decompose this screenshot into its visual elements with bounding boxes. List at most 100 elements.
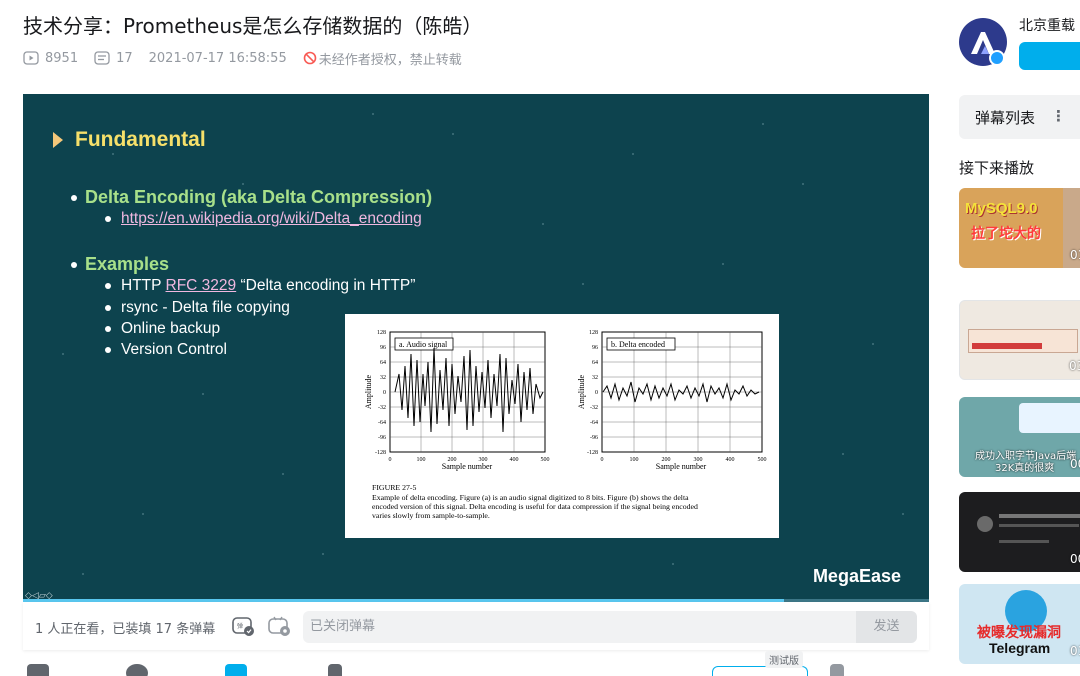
svg-text:400: 400 <box>510 457 519 463</box>
svg-text:-32: -32 <box>378 405 386 411</box>
danmaku-list-label: 弹幕列表 <box>975 109 1036 127</box>
up-next-heading: 接下来播放 <box>959 159 1035 177</box>
svg-text:-64: -64 <box>378 420 386 426</box>
svg-text:-96: -96 <box>378 435 386 441</box>
thumb-chat-line <box>999 524 1079 527</box>
panel-audio-signal: a. Audio signal Amplitude Sample number … <box>364 330 550 471</box>
recommended-video-thumb[interactable]: 成功入职字节Java后端 32K真的很爽 00:2 <box>959 397 1080 477</box>
beta-badge: 测试版 <box>765 651 803 668</box>
bullet-examples: Examples <box>71 254 169 275</box>
views-count: 8951 <box>45 50 79 66</box>
thumb-disk-image <box>968 329 1078 353</box>
no-repost-icon <box>303 51 317 65</box>
recommended-video-thumb[interactable]: 00:5 <box>959 492 1080 572</box>
coin-icon[interactable] <box>126 664 148 676</box>
uploader-name[interactable]: 北京重载 <box>1019 15 1075 35</box>
panel-b-yticks: 128 96 64 32 0 -32 -64 -96 -128 <box>587 330 598 456</box>
thumb-chat-line <box>999 514 1080 518</box>
copyright-notice: 未经作者授权，禁止转载 <box>303 49 462 68</box>
danmaku-stat: 17 <box>94 51 133 66</box>
thumb-overlay-subtext: 32K真的很爽 <box>995 463 1055 474</box>
thumb-card-image <box>1019 403 1080 433</box>
heading-arrow-icon <box>53 132 63 148</box>
bullet-text: Delta Encoding (aka Delta Compression) <box>85 187 433 207</box>
svg-text:64: 64 <box>380 360 386 366</box>
svg-text:-96: -96 <box>590 435 598 441</box>
recommended-video-thumb[interactable]: 被曝发现漏洞 Telegram 01:2 <box>959 584 1080 664</box>
danmaku-bar: 1 人正在看，已装填 17 条弹幕 弹 已关闭弹幕 发送 <box>23 602 929 650</box>
svg-text:0: 0 <box>389 457 392 463</box>
bullet-dot <box>105 283 111 289</box>
bullet-rsync: rsync - Delta file copying <box>105 299 290 317</box>
recommended-video-thumb[interactable]: 03:3 <box>959 300 1080 380</box>
svg-text:128: 128 <box>377 330 386 336</box>
bullet-text: Version Control <box>121 341 227 358</box>
thumb-duration: 00:5 <box>1070 552 1080 566</box>
thumb-overlay-subtext: 拉了坨大的 <box>971 226 1041 242</box>
bullet-text: Online backup <box>121 320 221 337</box>
thumb-overlay-subtext: Telegram <box>989 640 1051 656</box>
panel-a-label: a. Audio signal <box>399 340 448 349</box>
svg-text:32: 32 <box>592 375 598 381</box>
danmaku-input[interactable]: 已关闭弹幕 <box>303 611 856 643</box>
panel-b-ylabel: Amplitude <box>577 374 586 409</box>
svg-text:0: 0 <box>601 457 604 463</box>
favorite-icon[interactable] <box>225 664 247 676</box>
bullet-dot <box>105 216 111 222</box>
svg-text:32: 32 <box>380 375 386 381</box>
panel-delta-encoded: b. Delta encoded Amplitude Sample number… <box>577 330 767 471</box>
video-player[interactable]: Fundamental Delta Encoding (aka Delta Co… <box>23 94 929 602</box>
more-icon[interactable]: ⋮ <box>1051 107 1066 125</box>
recommended-video-thumb[interactable]: MySQL9.0 拉了坨大的 01:3 <box>959 188 1080 268</box>
svg-text:-128: -128 <box>587 450 598 456</box>
figure-plots: a. Audio signal Amplitude Sample number … <box>364 330 767 520</box>
svg-text:0: 0 <box>595 390 598 396</box>
note-icon[interactable] <box>830 664 844 676</box>
panel-a-yticks: 128 96 64 32 0 -32 -64 -96 -128 <box>375 330 386 456</box>
wikipedia-link[interactable]: https://en.wikipedia.org/wiki/Delta_enco… <box>121 210 422 228</box>
video-title: 技术分享：Prometheus是怎么存储数据的（陈皓） <box>23 14 483 38</box>
danmaku-count-icon <box>94 51 110 65</box>
bullet-dot <box>105 305 111 311</box>
svg-text:-64: -64 <box>590 420 598 426</box>
thumb-duration: 00:2 <box>1070 457 1080 471</box>
bullet-wiki-link: https://en.wikipedia.org/wiki/Delta_enco… <box>105 210 422 228</box>
svg-text:200: 200 <box>448 457 457 463</box>
svg-text:200: 200 <box>662 457 671 463</box>
bullet-text: Examples <box>85 254 170 274</box>
svg-text:弹: 弹 <box>237 622 243 630</box>
thumb-overlay-text: MySQL9.0 <box>965 200 1038 217</box>
svg-text:encoded version of this signal: encoded version of this signal. Delta en… <box>372 502 698 511</box>
svg-text:FIGURE 27-5: FIGURE 27-5 <box>372 483 416 492</box>
danmaku-list-panel[interactable]: 弹幕列表 ⋮ <box>959 95 1080 139</box>
panel-b-xlabel: Sample number <box>656 462 707 471</box>
megaease-logo: MegaEase <box>812 566 901 586</box>
svg-text:64: 64 <box>592 360 598 366</box>
svg-text:96: 96 <box>380 345 386 351</box>
share-icon[interactable] <box>328 664 342 676</box>
danmaku-settings-icon[interactable] <box>267 615 291 637</box>
bullet-dot <box>71 194 77 201</box>
follow-button[interactable] <box>1019 42 1080 70</box>
play-count-icon <box>23 51 39 65</box>
rfc-link[interactable]: RFC 3229 <box>166 277 237 294</box>
figure-caption: FIGURE 27-5 Example of delta encoding. F… <box>372 483 698 520</box>
thumb-overlay-text: 被曝发现漏洞 <box>977 625 1061 641</box>
bullet-online-backup: Online backup <box>105 320 220 338</box>
views-stat: 8951 <box>23 51 78 66</box>
panel-a-xlabel: Sample number <box>442 462 493 471</box>
svg-text:500: 500 <box>541 457 550 463</box>
danmaku-send-button[interactable]: 发送 <box>856 611 917 643</box>
panel-a-ylabel: Amplitude <box>364 374 373 409</box>
danmaku-toggle-icon[interactable]: 弹 <box>231 615 255 637</box>
svg-text:0: 0 <box>383 390 386 396</box>
thumb-duration: 01:2 <box>1070 644 1080 658</box>
thumb-chat-line <box>999 540 1049 543</box>
svg-text:400: 400 <box>726 457 735 463</box>
http-suffix: “Delta encoding in HTTP” <box>240 277 416 294</box>
thumb-duration: 01:3 <box>1070 248 1080 262</box>
like-icon[interactable] <box>27 664 49 676</box>
panel-b-label: b. Delta encoded <box>611 340 665 349</box>
danmaku-count: 17 <box>116 50 133 66</box>
bullet-dot <box>105 347 111 353</box>
